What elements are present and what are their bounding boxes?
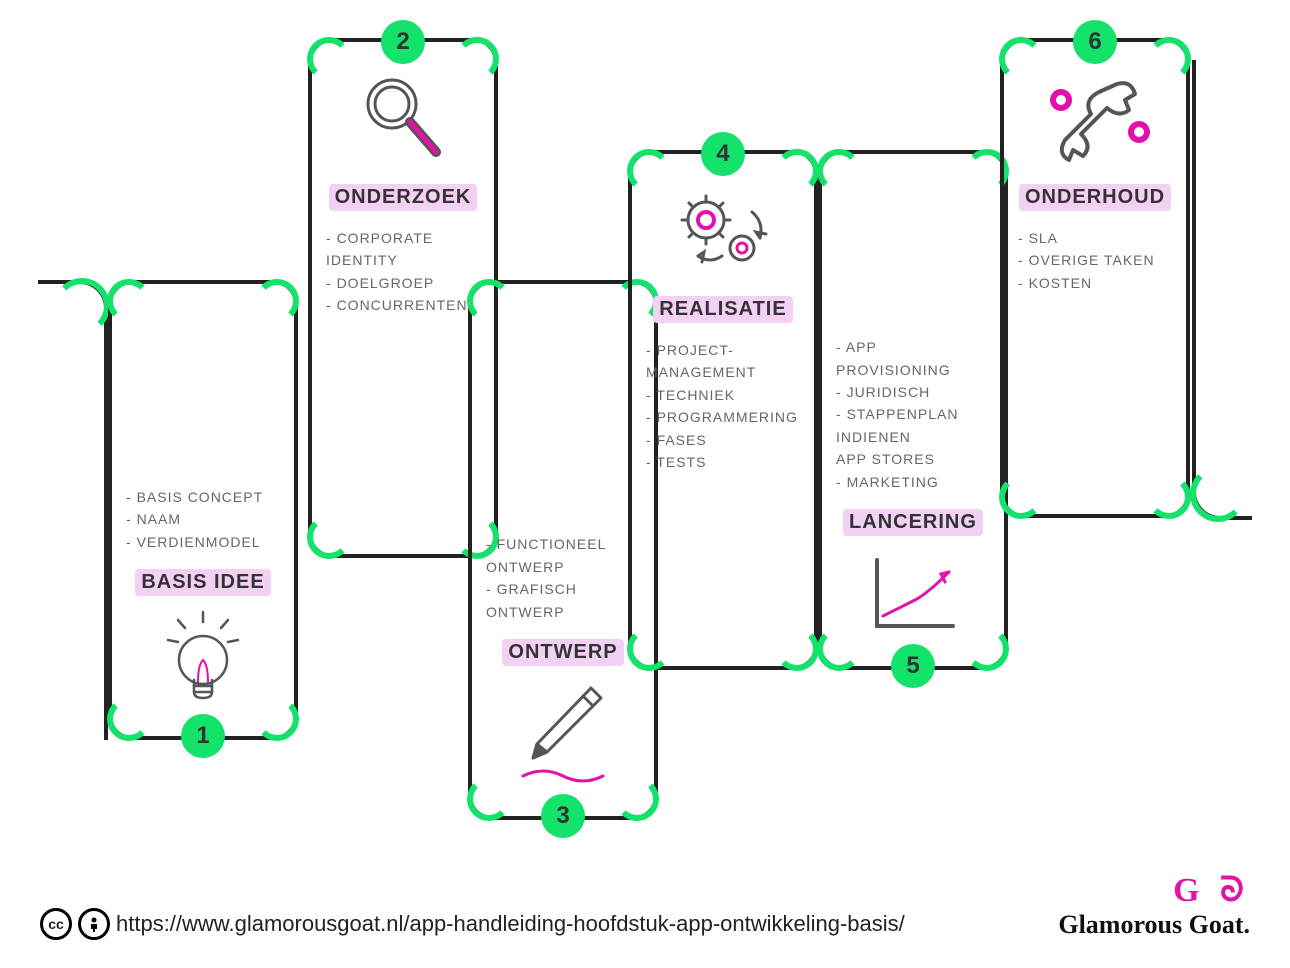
right-connector-stub xyxy=(1192,60,1252,520)
step-3-items: - FUNCTIONEEL ONTWERP - GRAFISCH ONTWERP xyxy=(486,533,640,623)
source-url: https://www.glamorousgoat.nl/app-handlei… xyxy=(116,911,905,937)
step-6-number-badge: 6 xyxy=(1073,20,1117,64)
step-3-title: ONTWERP xyxy=(502,639,623,666)
step-4-title: REALISATIE xyxy=(653,296,792,323)
step-4-number-badge: 4 xyxy=(701,132,745,176)
step-2-title: ONDERZOEK xyxy=(329,184,478,211)
cc-icon: cc xyxy=(40,908,72,940)
step-4-card: 4 xyxy=(628,150,818,670)
brand-block: G ᘐ Glamorous Goat. xyxy=(1058,872,1250,940)
step-1-card: 1 - BASIS CONCEPT - NAAM - VERDIENMODEL … xyxy=(108,280,298,740)
step-1-items: - BASIS CONCEPT - NAAM - VERDIENMODEL xyxy=(126,486,280,553)
step-6-items: - SLA - OVERIGE TAKEN - KOSTEN xyxy=(1018,227,1172,294)
attribution-icon xyxy=(78,908,110,940)
brand-logo-icon: G ᘐ xyxy=(1058,872,1250,910)
step-5-card: 5 - APP PROVISIONING - JURIDISCH - STAPP… xyxy=(818,150,1008,670)
attribution-group: cc https://www.glamorousgoat.nl/app-hand… xyxy=(40,908,905,940)
footer: cc https://www.glamorousgoat.nl/app-hand… xyxy=(0,868,1290,948)
step-5-items: - APP PROVISIONING - JURIDISCH - STAPPEN… xyxy=(836,336,990,493)
magnifier-icon xyxy=(326,70,480,170)
step-2-number-badge: 2 xyxy=(381,20,425,64)
gears-icon xyxy=(646,182,800,282)
brand-name: Glamorous Goat. xyxy=(1058,910,1250,940)
wrench-icon xyxy=(1018,70,1172,170)
left-connector-stub xyxy=(38,280,108,740)
step-1-number-badge: 1 xyxy=(181,714,225,758)
step-5-title: LANCERING xyxy=(843,509,983,536)
step-3-number-badge: 3 xyxy=(541,794,585,838)
lightbulb-icon xyxy=(126,610,280,710)
step-2-items: - CORPORATE IDENTITY - DOELGROEP - CONCU… xyxy=(326,227,480,317)
diagram-stage: 1 - BASIS CONCEPT - NAAM - VERDIENMODEL … xyxy=(0,0,1290,830)
step-5-number-badge: 5 xyxy=(891,644,935,688)
step-6-card: 6 ONDERHOUD - SLA - OVERIGE TAKEN - KOST… xyxy=(1000,38,1190,518)
growth-chart-icon xyxy=(836,550,990,640)
step-6-title: ONDERHOUD xyxy=(1019,184,1171,211)
step-4-items: - PROJECT- MANAGEMENT - TECHNIEK - PROGR… xyxy=(646,339,800,473)
pencil-icon xyxy=(486,680,640,790)
step-1-title: BASIS IDEE xyxy=(135,569,270,596)
